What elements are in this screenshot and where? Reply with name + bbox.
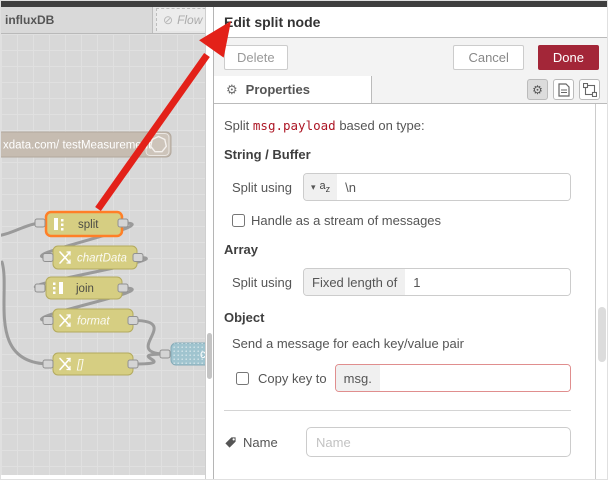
port-input[interactable] (42, 316, 54, 325)
node-chart[interactable]: c (159, 342, 205, 366)
copy-key-label: Copy key to (258, 370, 327, 386)
form-scrollbar-thumb[interactable] (598, 307, 606, 362)
copy-key-input[interactable] (379, 365, 570, 391)
msg-payload-code: msg.payload (252, 118, 336, 133)
array-length-input-group: Fixed length of (303, 268, 571, 296)
type-select-button[interactable]: ▾ az (304, 174, 338, 200)
wire[interactable] (132, 319, 169, 356)
edit-tray-title: Edit split node (214, 7, 607, 38)
description-button[interactable] (553, 79, 574, 100)
port-output[interactable] (127, 359, 139, 369)
delete-button[interactable]: Delete (224, 45, 288, 70)
port-output[interactable] (127, 316, 139, 325)
node-label: format (77, 316, 110, 328)
canvas-scrollbar-thumb[interactable] (207, 333, 212, 379)
workspace-tab-label: Flow (177, 13, 203, 27)
node-brackets[interactable]: [] (42, 352, 139, 376)
tab-properties[interactable]: ⚙ Properties (214, 76, 372, 103)
flow-graph: xdata.com/ testMeasurement split chartDa… (1, 131, 205, 376)
disabled-icon: ⊘ (163, 13, 174, 27)
flow-editor: influxDB ⊘ Flow xdata.com/ testMeasureme… (1, 7, 216, 479)
node-label: split (78, 219, 99, 231)
workspace-tabbar: influxDB ⊘ Flow (1, 7, 216, 34)
bounding-box-icon (582, 82, 597, 97)
node-label: [] (76, 359, 84, 371)
node-red-window: influxDB ⊘ Flow xdata.com/ testMeasureme… (0, 0, 608, 480)
split-using-label: Split using (232, 179, 292, 195)
port-output[interactable] (117, 218, 129, 228)
done-button[interactable]: Done (537, 45, 599, 70)
appearance-button[interactable] (579, 79, 600, 100)
object-heading: Object (224, 310, 265, 325)
name-field-label: Name (224, 435, 306, 450)
array-split-using-label: Split using (232, 274, 292, 290)
tag-icon (225, 436, 236, 448)
string-buffer-heading: String / Buffer (224, 147, 311, 162)
object-description: Send a message for each key/value pair (232, 336, 464, 351)
node-settings-button[interactable]: ⚙ (527, 79, 548, 100)
edit-tray-toolbar: Delete Cancel Done (214, 38, 607, 76)
node-label: xdata.com/ testMeasurement (3, 140, 152, 152)
gear-icon: ⚙ (532, 82, 543, 97)
node-influxdb-out[interactable]: xdata.com/ testMeasurement (1, 131, 172, 158)
copy-key-input-group: msg. (334, 364, 571, 392)
string-split-value-input[interactable] (337, 174, 570, 200)
form-divider (224, 410, 571, 411)
node-format[interactable]: format (42, 308, 139, 333)
fixed-length-prefix: Fixed length of (304, 269, 406, 295)
workspace-tab-influxdb[interactable]: influxDB (1, 7, 153, 33)
node-split[interactable]: split (34, 210, 129, 238)
copy-key-checkbox[interactable] (236, 371, 249, 385)
port-input[interactable] (34, 218, 46, 228)
port-input[interactable] (42, 359, 54, 369)
wire[interactable] (1, 260, 52, 366)
string-split-typedinput: ▾ az (303, 173, 571, 201)
workspace-tab-label: influxDB (5, 13, 55, 27)
node-label: join (75, 283, 94, 295)
cancel-button[interactable]: Cancel (453, 45, 524, 70)
stream-checkbox[interactable] (232, 214, 245, 227)
port-input[interactable] (159, 349, 171, 359)
port-output[interactable] (117, 283, 129, 293)
tab-properties-label: Properties (245, 82, 310, 97)
split-intro-text: Split msg.payload based on type: (224, 118, 425, 133)
edit-tray: Edit split node Delete Cancel Done ⚙ Pro… (213, 7, 607, 479)
string-type-icon: az (319, 179, 331, 195)
port-input[interactable] (42, 253, 54, 262)
node-label: chartData (77, 253, 127, 265)
canvas-scrollbar[interactable] (205, 7, 213, 479)
port-output[interactable] (132, 253, 144, 262)
array-length-input[interactable] (405, 269, 570, 295)
edit-tray-tabrow: ⚙ Properties ⚙ (214, 76, 607, 104)
port-input[interactable] (34, 283, 46, 293)
array-heading: Array (224, 242, 258, 257)
form-scrollbar[interactable] (595, 104, 607, 479)
edit-form: Split msg.payload based on type: String … (214, 104, 595, 479)
node-chartdata[interactable]: chartData (42, 245, 144, 270)
gear-icon: ⚙ (226, 81, 238, 97)
stream-checkbox-label: Handle as a stream of messages (251, 213, 442, 228)
document-icon (557, 82, 570, 97)
flow-canvas[interactable]: xdata.com/ testMeasurement split chartDa… (1, 34, 205, 475)
chevron-down-icon: ▾ (311, 181, 316, 192)
name-input[interactable] (306, 427, 571, 457)
node-join[interactable]: join (34, 276, 129, 300)
msg-prefix: msg. (335, 365, 380, 391)
